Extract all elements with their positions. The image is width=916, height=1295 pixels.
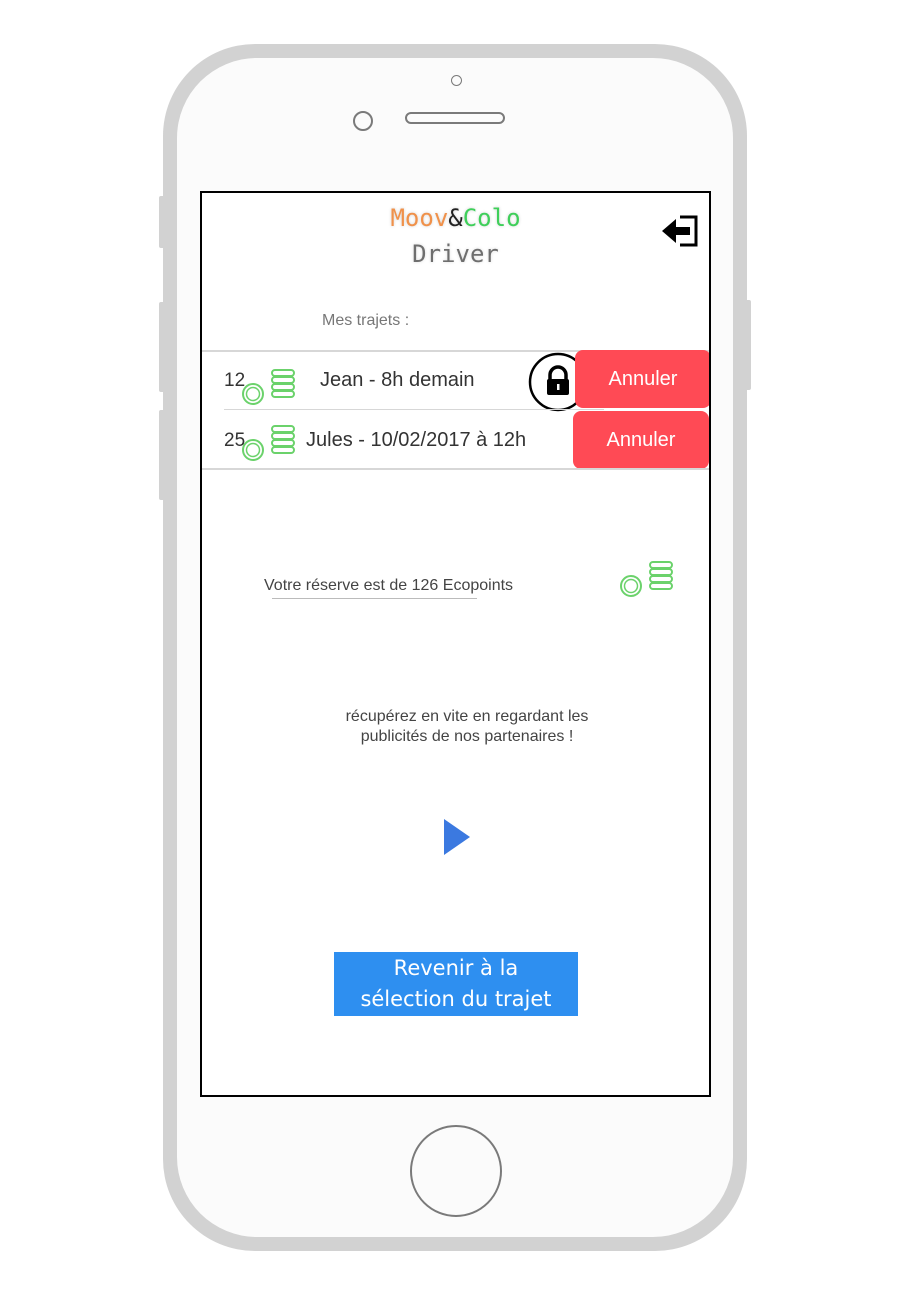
ad-promo-text: récupérez en vite en regardant les publi… [282,707,652,747]
cancel-trip-button[interactable]: Annuler [575,350,709,408]
app-screen: Moov&Colo Driver Mes trajets : 12 Jean -… [200,191,711,1097]
coins-icon [242,369,295,405]
back-button-line-1: Revenir à la [393,956,519,980]
home-button[interactable] [410,1125,502,1217]
row-divider [224,409,604,410]
app-logo: Moov&Colo [202,203,709,233]
volume-up-button [159,302,165,392]
back-to-trip-selection-button[interactable]: Revenir à la sélection du trajet [334,952,578,1016]
trip-label: Jean - 8h demain [320,369,475,391]
app-subtitle: Driver [412,240,499,268]
cancel-trip-button[interactable]: Annuler [573,411,709,469]
row-divider [202,468,709,470]
coins-icon [620,561,673,597]
proximity-sensor [451,75,462,86]
trips-heading: Mes trajets : [322,312,410,329]
mute-switch [159,196,165,248]
coins-icon [242,425,295,461]
ecopoints-balance: Votre réserve est de 126 Ecopoints [264,577,514,594]
volume-down-button [159,410,165,500]
promo-line-2: publicités de nos partenaires ! [360,728,574,745]
earpiece-speaker [405,112,505,124]
logo-ampersand: & [448,204,463,232]
balance-underline [272,598,477,599]
play-icon[interactable] [442,817,472,857]
logo-part-moov: Moov [390,204,449,232]
logo-part-colo: Colo [462,204,521,232]
back-button-line-2: sélection du trajet [360,987,552,1011]
logout-icon[interactable] [660,211,700,251]
promo-line-1: récupérez en vite en regardant les [345,708,589,725]
trip-label: Jules - 10/02/2017 à 12h [306,429,527,451]
power-button [745,300,751,390]
front-camera [353,111,373,131]
